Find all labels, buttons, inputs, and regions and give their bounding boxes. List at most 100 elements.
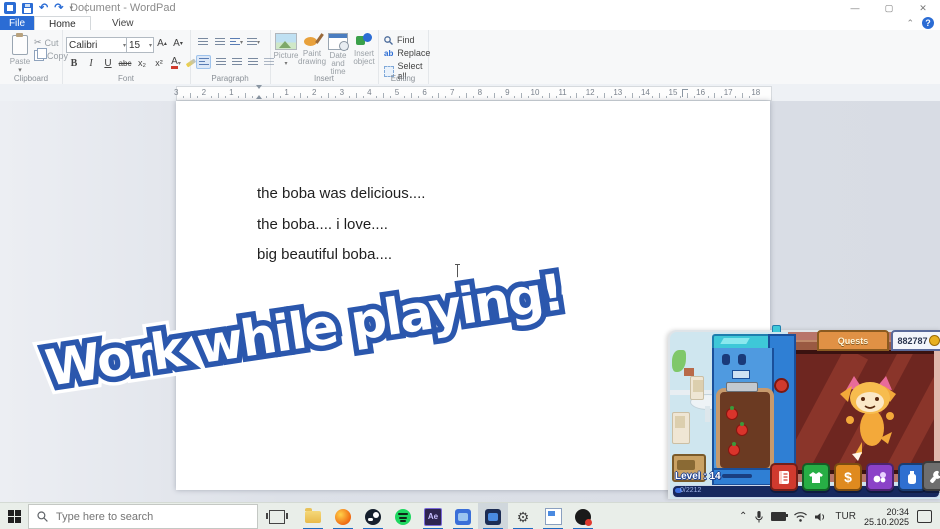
list-button[interactable]: ▾ (230, 36, 243, 48)
strikethrough-button[interactable]: abc (117, 56, 133, 70)
taskbar-file-explorer[interactable] (298, 503, 328, 529)
taskbar-settings[interactable]: ⚙ (508, 503, 538, 529)
ruler-number: 2 (308, 88, 320, 97)
machine-red-button[interactable] (774, 378, 789, 393)
battery-icon[interactable] (771, 512, 786, 521)
coin-counter[interactable]: 882787 (891, 330, 940, 351)
microphone-icon[interactable] (755, 511, 763, 523)
date-time-button[interactable]: Date and time (324, 33, 352, 76)
ruler-number: 8 (474, 88, 486, 97)
find-icon (384, 36, 393, 45)
task-view-button[interactable] (262, 503, 292, 529)
replace-icon: ab (384, 49, 393, 58)
line-spacing-button[interactable]: ▾ (247, 36, 260, 48)
maximize-button[interactable]: ▢ (872, 0, 906, 16)
taskbar-boba-game-active[interactable] (478, 503, 508, 529)
help-button[interactable]: ? (922, 17, 934, 29)
strawberry (726, 408, 738, 420)
align-center-button[interactable] (214, 56, 227, 68)
paint-drawing-button[interactable]: Paint drawing (298, 33, 326, 66)
replace-button[interactable]: ab Replace (384, 48, 430, 58)
taskbar-spotify[interactable] (388, 503, 418, 529)
wifi-icon[interactable] (794, 512, 807, 522)
settings-wrench-button[interactable] (922, 461, 940, 491)
steam-icon (365, 509, 381, 525)
document-text: the boba was delicious.... the boba.... … (257, 179, 425, 271)
bold-button[interactable]: B (66, 56, 82, 70)
undo-icon[interactable]: ↶ (39, 3, 48, 14)
quests-button[interactable]: Quests (817, 330, 889, 351)
underline-button[interactable]: U (100, 56, 116, 70)
shrink-font-button[interactable]: A▾ (170, 36, 186, 50)
gems-icon (873, 471, 887, 483)
indent-marker[interactable] (255, 85, 263, 102)
ruler-row: 321123456789101112131415161718 (0, 84, 940, 101)
increase-indent-button[interactable] (213, 36, 226, 48)
save-icon[interactable] (22, 3, 33, 14)
align-right-button[interactable] (230, 56, 243, 68)
paste-button[interactable]: Paste ▾ (6, 33, 34, 77)
dollar-icon: $ (844, 469, 852, 485)
ruler-number: 7 (446, 88, 458, 97)
taskbar-media-app[interactable] (538, 503, 568, 529)
picture-button[interactable]: Picture▾ (272, 33, 300, 67)
ruler-number: 1 (225, 88, 237, 97)
bottle-icon (907, 471, 917, 484)
redo-icon[interactable]: ↷ (54, 3, 63, 14)
increase-indent-icon (215, 38, 225, 46)
ruler-strip[interactable]: 321123456789101112131415161718 (176, 86, 772, 101)
justify-button[interactable] (246, 56, 259, 68)
date-time-icon (328, 33, 348, 50)
align-left-button[interactable] (196, 55, 211, 69)
decrease-indent-button[interactable] (196, 36, 209, 48)
font-size-select[interactable]: 15▾ (126, 37, 154, 53)
vinyl-icon (575, 509, 591, 525)
strawberry (736, 424, 748, 436)
tab-file[interactable]: File (0, 16, 34, 30)
game-overlay[interactable]: Quests 882787 Level : 14 0/2212 $ (668, 330, 940, 499)
language-indicator[interactable]: TUR (835, 511, 856, 522)
taskbar: Ae ⚙ ⌃ TUR 20:34 25.10.2025 (0, 502, 940, 529)
taskbar-steam[interactable] (358, 503, 388, 529)
taskbar-game-app[interactable] (448, 503, 478, 529)
ruler-number: 17 (722, 88, 734, 97)
subscript-button[interactable]: x₂ (134, 56, 150, 70)
ruler-number: 9 (501, 88, 513, 97)
minimize-button[interactable]: — (838, 0, 872, 16)
insert-object-button[interactable]: Insert object (350, 33, 378, 66)
wordpad-app-icon[interactable] (4, 2, 16, 14)
superscript-button[interactable]: x² (151, 56, 167, 70)
start-button[interactable] (0, 503, 28, 529)
cut-button[interactable]: ✂ Cut (34, 37, 59, 48)
font-color-button[interactable]: A▾ (168, 56, 184, 70)
action-center-icon[interactable] (917, 510, 932, 523)
close-button[interactable]: ✕ (906, 0, 940, 16)
font-family-select[interactable]: Calibri▾ (66, 37, 128, 53)
gems-button[interactable] (866, 463, 894, 491)
tab-home[interactable]: Home (34, 16, 91, 31)
find-button[interactable]: Find (384, 35, 415, 45)
shop-button[interactable]: $ (834, 463, 862, 491)
taskbar-firefox[interactable] (328, 503, 358, 529)
firefox-icon (335, 509, 351, 525)
wardrobe-button[interactable] (802, 463, 830, 491)
tray-expand-icon[interactable]: ⌃ (739, 511, 747, 522)
align-center-icon (216, 58, 226, 66)
picture-icon (275, 33, 297, 50)
collapse-ribbon-icon[interactable]: ⌃ (906, 18, 914, 29)
gear-icon: ⚙ (517, 509, 530, 525)
grow-font-button[interactable]: A▴ (154, 36, 170, 50)
italic-button[interactable]: I (83, 56, 99, 70)
quest-log-button[interactable] (770, 463, 798, 491)
taskbar-search[interactable] (28, 504, 258, 529)
group-insert: Picture▾ Paint drawing Date and time Ins… (270, 30, 379, 84)
window-title: Document - WordPad (70, 2, 176, 14)
screen: ↶ ↷ ▾ | Document - WordPad — ▢ ✕ File Ho… (0, 0, 940, 529)
taskbar-music-app[interactable] (568, 503, 598, 529)
taskbar-after-effects[interactable]: Ae (418, 503, 448, 529)
folder-icon (305, 511, 321, 523)
speaker-icon[interactable] (815, 512, 827, 522)
search-input[interactable] (54, 510, 218, 524)
taskbar-clock[interactable]: 20:34 25.10.2025 (864, 507, 909, 527)
tab-view[interactable]: View (98, 16, 148, 30)
